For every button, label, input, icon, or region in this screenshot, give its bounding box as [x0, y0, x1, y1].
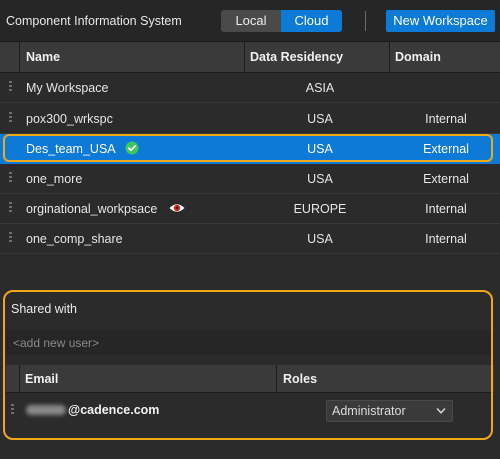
workspace-row[interactable]: pox300_wrkspc USA Internal: [0, 104, 500, 134]
workspace-name-cell: orginational_workpsace: [26, 194, 185, 224]
chevron-down-icon: [436, 408, 446, 414]
workspace-row[interactable]: one_comp_share USA Internal: [0, 224, 500, 254]
column-header-domain[interactable]: Domain: [395, 42, 441, 73]
column-divider: [19, 365, 20, 393]
workspace-name: pox300_wrkspc: [26, 112, 113, 126]
workspace-residency: USA: [307, 112, 333, 126]
column-header-data-residency[interactable]: Data Residency: [250, 42, 343, 73]
workspace-name: Des_team_USA: [26, 142, 116, 156]
column-divider: [19, 42, 20, 73]
drag-handle-icon[interactable]: [9, 142, 12, 154]
user-email-domain: @cadence.com: [68, 403, 160, 417]
workspace-row-selected[interactable]: Des_team_USA USA External: [0, 134, 500, 164]
workspace-domain: External: [423, 172, 469, 186]
redacted-username: [26, 405, 66, 415]
workspace-row[interactable]: one_more USA External: [0, 164, 500, 194]
workspace-name: My Workspace: [26, 81, 109, 95]
shared-users-table-header: Email Roles: [6, 365, 494, 393]
new-workspace-button[interactable]: New Workspace: [386, 10, 495, 32]
drag-handle-icon[interactable]: [11, 404, 14, 416]
column-divider[interactable]: [276, 365, 277, 393]
workspace-domain: Internal: [425, 112, 467, 126]
table-empty-area: [0, 255, 500, 292]
workspace-domain: External: [423, 142, 469, 156]
workspace-residency: ASIA: [305, 81, 335, 95]
column-divider[interactable]: [389, 42, 390, 73]
shared-with-title: Shared with: [11, 302, 78, 316]
workspace-residency: USA: [307, 232, 333, 246]
drag-handle-icon[interactable]: [9, 202, 12, 214]
role-select[interactable]: Administrator: [326, 400, 453, 422]
column-header-roles[interactable]: Roles: [283, 365, 317, 393]
local-toggle-button[interactable]: Local: [221, 10, 281, 32]
workspace-row[interactable]: My Workspace ASIA: [0, 73, 500, 103]
add-user-input[interactable]: [6, 330, 494, 355]
workspace-domain: Internal: [425, 232, 467, 246]
column-header-name[interactable]: Name: [26, 42, 60, 73]
workspace-name-cell: Des_team_USA: [26, 134, 139, 164]
drag-handle-icon[interactable]: [9, 112, 12, 124]
workspace-table-header: Name Data Residency Domain: [0, 42, 500, 73]
eye-icon: [169, 204, 185, 212]
local-cloud-toggle[interactable]: Local Cloud: [221, 10, 342, 32]
drag-handle-icon[interactable]: [9, 81, 12, 93]
app-title: Component Information System: [6, 14, 182, 28]
workspace-residency: USA: [307, 172, 333, 186]
shared-user-row[interactable]: @cadence.com Administrator: [6, 394, 494, 427]
workspace-name: one_more: [26, 172, 83, 186]
column-header-email[interactable]: Email: [25, 365, 58, 393]
workspace-residency: USA: [307, 142, 333, 156]
drag-handle-icon[interactable]: [9, 172, 12, 184]
workspace-name: orginational_workpsace: [26, 202, 158, 216]
workspace-domain: Internal: [425, 202, 467, 216]
check-circle-icon: [125, 141, 139, 155]
workspace-residency: EUROPE: [293, 202, 347, 216]
cloud-toggle-button[interactable]: Cloud: [281, 10, 342, 32]
column-divider[interactable]: [244, 42, 245, 73]
shared-with-panel: Shared with Email Roles @cadence.com Adm…: [0, 292, 500, 459]
drag-handle-icon[interactable]: [9, 232, 12, 244]
workspace-name: one_comp_share: [26, 232, 123, 246]
role-select-value: Administrator: [332, 404, 406, 418]
workspace-domain: [392, 73, 500, 103]
top-bar: Component Information System Local Cloud…: [0, 0, 500, 42]
user-email: @cadence.com: [26, 394, 159, 427]
toolbar-divider: [365, 11, 366, 31]
workspace-row[interactable]: orginational_workpsace EUROPE Internal: [0, 194, 500, 224]
